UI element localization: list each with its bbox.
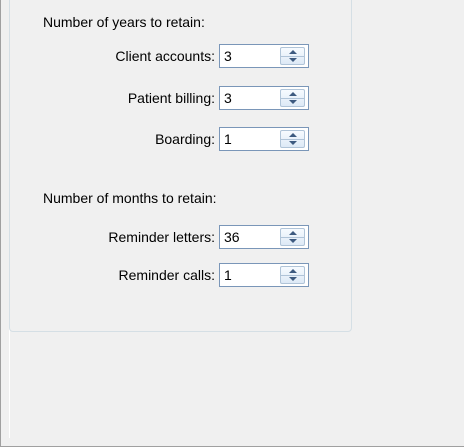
patient-billing-row: Patient billing: xyxy=(1,86,331,110)
dialog-window: Number of years to retain: Client accoun… xyxy=(0,0,464,447)
client-accounts-row: Client accounts: xyxy=(1,44,331,68)
spin-up-icon xyxy=(288,50,297,54)
reminder-calls-spinbox xyxy=(219,263,309,287)
reminder-calls-spinner[interactable] xyxy=(280,266,305,284)
spin-down-icon xyxy=(288,58,297,62)
client-accounts-spinner[interactable] xyxy=(280,47,305,65)
spin-down-icon xyxy=(288,141,297,145)
spin-up-icon xyxy=(288,133,297,137)
boarding-label: Boarding: xyxy=(155,131,215,147)
patient-billing-down-button[interactable] xyxy=(281,98,304,106)
client-accounts-label: Client accounts: xyxy=(115,48,215,64)
reminder-calls-input[interactable] xyxy=(222,264,278,286)
patient-billing-spinbox xyxy=(219,86,309,110)
reminder-calls-row: Reminder calls: xyxy=(1,263,331,287)
spin-up-icon xyxy=(288,231,297,235)
client-accounts-down-button[interactable] xyxy=(281,56,304,64)
spin-down-icon xyxy=(288,239,297,243)
years-section-title: Number of years to retain: xyxy=(43,14,205,30)
boarding-down-button[interactable] xyxy=(281,139,304,147)
patient-billing-input[interactable] xyxy=(222,87,278,109)
reminder-letters-spinbox xyxy=(219,225,309,249)
reminder-letters-spinner[interactable] xyxy=(280,228,305,246)
boarding-row: Boarding: xyxy=(1,127,331,151)
reminder-calls-label: Reminder calls: xyxy=(118,267,215,283)
reminder-letters-input[interactable] xyxy=(222,226,278,248)
months-section-title: Number of months to retain: xyxy=(43,190,217,206)
boarding-spinner[interactable] xyxy=(280,130,305,148)
reminder-letters-label: Reminder letters: xyxy=(108,229,215,245)
client-accounts-spinbox xyxy=(219,44,309,68)
boarding-input[interactable] xyxy=(222,128,278,150)
reminder-letters-down-button[interactable] xyxy=(281,237,304,245)
boarding-spinbox xyxy=(219,127,309,151)
client-accounts-input[interactable] xyxy=(222,45,278,67)
patient-billing-spinner[interactable] xyxy=(280,89,305,107)
spin-up-icon xyxy=(288,92,297,96)
reminder-calls-down-button[interactable] xyxy=(281,275,304,283)
spin-up-icon xyxy=(288,269,297,273)
spin-down-icon xyxy=(288,100,297,104)
spin-down-icon xyxy=(288,277,297,281)
patient-billing-label: Patient billing: xyxy=(127,90,215,106)
reminder-letters-row: Reminder letters: xyxy=(1,225,331,249)
